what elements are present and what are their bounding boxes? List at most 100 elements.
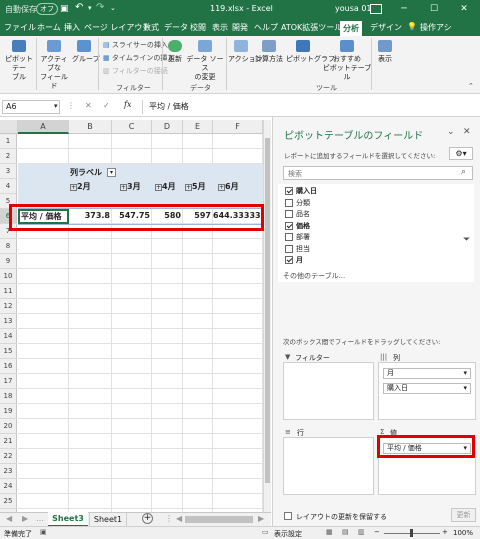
macro-record-icon[interactable]: ▣ [40,528,47,536]
field-checkbox[interactable] [285,244,293,253]
expand-icon[interactable]: + [155,184,162,191]
worksheet-grid[interactable]: A B C D E F 1 2 3 4 5 6 7 8 9 10 11 12 13 14 15 16 17 18 1… [0,120,271,539]
display-settings-label[interactable]: 表示設定 [274,529,302,539]
pane-settings-gear-icon[interactable]: ⚙▾ [449,147,473,160]
row-header[interactable]: 24 [0,479,17,494]
group-button[interactable]: グループ [72,40,100,64]
zoom-slider-thumb[interactable] [410,529,413,537]
scroll-right-icon[interactable]: ▶ [258,514,264,523]
field-name[interactable]: 価格 [296,221,310,231]
tab-page-layout[interactable]: ページ レイアウト [84,22,150,33]
tab-home[interactable]: ホーム [37,22,61,33]
column-header-b[interactable]: B [69,120,112,134]
actions-button[interactable]: アクション [228,40,263,64]
defer-update-checkbox[interactable] [284,512,292,520]
horizontal-scrollbar-thumb[interactable] [185,516,253,523]
row-header[interactable]: 1 [0,134,17,149]
tab-file[interactable]: ファイル [4,22,36,33]
tab-review[interactable]: 校閲 [190,22,206,33]
month-header-jun[interactable]: +6月 [218,181,239,192]
select-all-corner[interactable] [0,120,18,134]
column-labels-cell[interactable]: 列ラベル [70,167,102,178]
refresh-button[interactable]: 更新 [164,40,186,64]
name-box[interactable]: A6 [2,100,60,114]
filter-connections-button[interactable]: ▥ フィルターの接続 [103,66,168,76]
close-icon[interactable]: ✕ [453,0,475,19]
row-header[interactable]: 10 [0,269,17,284]
ribbon-display-icon[interactable] [370,4,382,14]
pivot-chart-button[interactable]: ピボットグラフ [286,40,335,64]
row-header[interactable]: 25 [0,494,17,509]
field-checkbox[interactable] [285,198,293,207]
field-checkbox[interactable] [285,210,293,218]
expand-icon[interactable]: + [70,184,77,191]
row-header[interactable]: 22 [0,449,17,464]
field-name[interactable]: 担当 [296,244,310,254]
page-break-view-icon[interactable]: ▥ [358,528,365,536]
filters-area[interactable] [283,362,374,420]
field-checkbox[interactable] [285,221,293,230]
collapse-ribbon-icon[interactable]: ⌃ [468,82,474,90]
tab-data[interactable]: データ [164,22,188,33]
row-header[interactable]: 20 [0,419,17,434]
cancel-icon[interactable]: ✕ [85,101,92,110]
column-header-c[interactable]: C [112,120,152,134]
page-layout-view-icon[interactable]: ▤ [342,528,349,536]
row-header[interactable]: 15 [0,344,17,359]
row-header[interactable]: 4 [0,179,17,194]
zoom-in-icon[interactable]: + [442,528,448,536]
row-header[interactable]: 8 [0,239,17,254]
maximize-icon[interactable]: ☐ [423,0,445,19]
insert-slicer-button[interactable]: ▤ スライサーの挿入 [103,40,168,50]
tab-help[interactable]: ヘルプ [254,22,278,33]
row-header[interactable]: 13 [0,314,17,329]
rows-area[interactable] [283,437,374,495]
column-header-d[interactable]: D [152,120,183,134]
expand-icon[interactable]: + [218,184,225,191]
qat-customize-icon[interactable]: ⌄ [110,4,116,12]
tab-developer[interactable]: 開発 [232,22,248,33]
column-item-purchase-date[interactable]: 購入日 [383,383,471,394]
minimize-icon[interactable]: ─ [393,0,415,19]
tab-atok[interactable]: ATOK拡張ツール [281,22,342,33]
row-header[interactable]: 3 [0,164,17,179]
columns-area[interactable]: 月 購入日 [378,362,476,420]
field-checkbox[interactable] [285,187,293,195]
field-name[interactable]: 購入日 [296,186,317,196]
row-header[interactable]: 23 [0,464,17,479]
save-icon[interactable]: ▣ [60,4,69,14]
column-item-month[interactable]: 月 [383,368,471,379]
more-tables-link[interactable]: その他のテーブル... [283,271,345,281]
field-name[interactable]: 品名 [296,209,310,219]
row-header[interactable]: 9 [0,254,17,269]
tab-view[interactable]: 表示 [212,22,228,33]
row-header[interactable]: 21 [0,434,17,449]
prev-sheet-icon[interactable]: ◀ [6,514,12,523]
row-header[interactable]: 19 [0,404,17,419]
scroll-left-icon[interactable]: ◀ [176,514,182,523]
tell-me-input[interactable]: 操作アシ [420,22,452,33]
name-box-dropdown-icon[interactable]: ▾ [54,102,58,110]
field-name[interactable]: 月 [296,255,303,265]
column-filter-dropdown[interactable]: ▾ [107,168,116,177]
row-header[interactable]: 17 [0,374,17,389]
next-sheet-icon[interactable]: ▶ [22,514,28,523]
month-header-apr[interactable]: +4月 [155,181,176,192]
vertical-scrollbar[interactable] [263,120,271,512]
undo-icon[interactable]: ↶ [75,2,83,13]
user-name[interactable]: yousa 01 [335,4,372,13]
normal-view-icon[interactable]: ▦ [326,528,333,536]
pane-close-icon[interactable]: ✕ [463,127,471,137]
expand-icon[interactable]: + [185,184,192,191]
column-header-f[interactable]: F [213,120,263,134]
field-search-box[interactable]: 検索 ⌕ [283,166,473,180]
pane-options-chevron-icon[interactable]: ⌄ [447,127,455,137]
row-header[interactable]: 11 [0,284,17,299]
tab-formulas[interactable]: 数式 [143,22,159,33]
redo-icon[interactable]: ↷ [96,2,104,13]
autosave-toggle[interactable]: オフ [36,3,58,15]
scrollbar-thumb[interactable] [265,138,270,483]
autosave-label[interactable]: 自動保存 [5,4,37,15]
field-checkbox[interactable] [285,233,293,241]
row-header[interactable]: 18 [0,389,17,404]
